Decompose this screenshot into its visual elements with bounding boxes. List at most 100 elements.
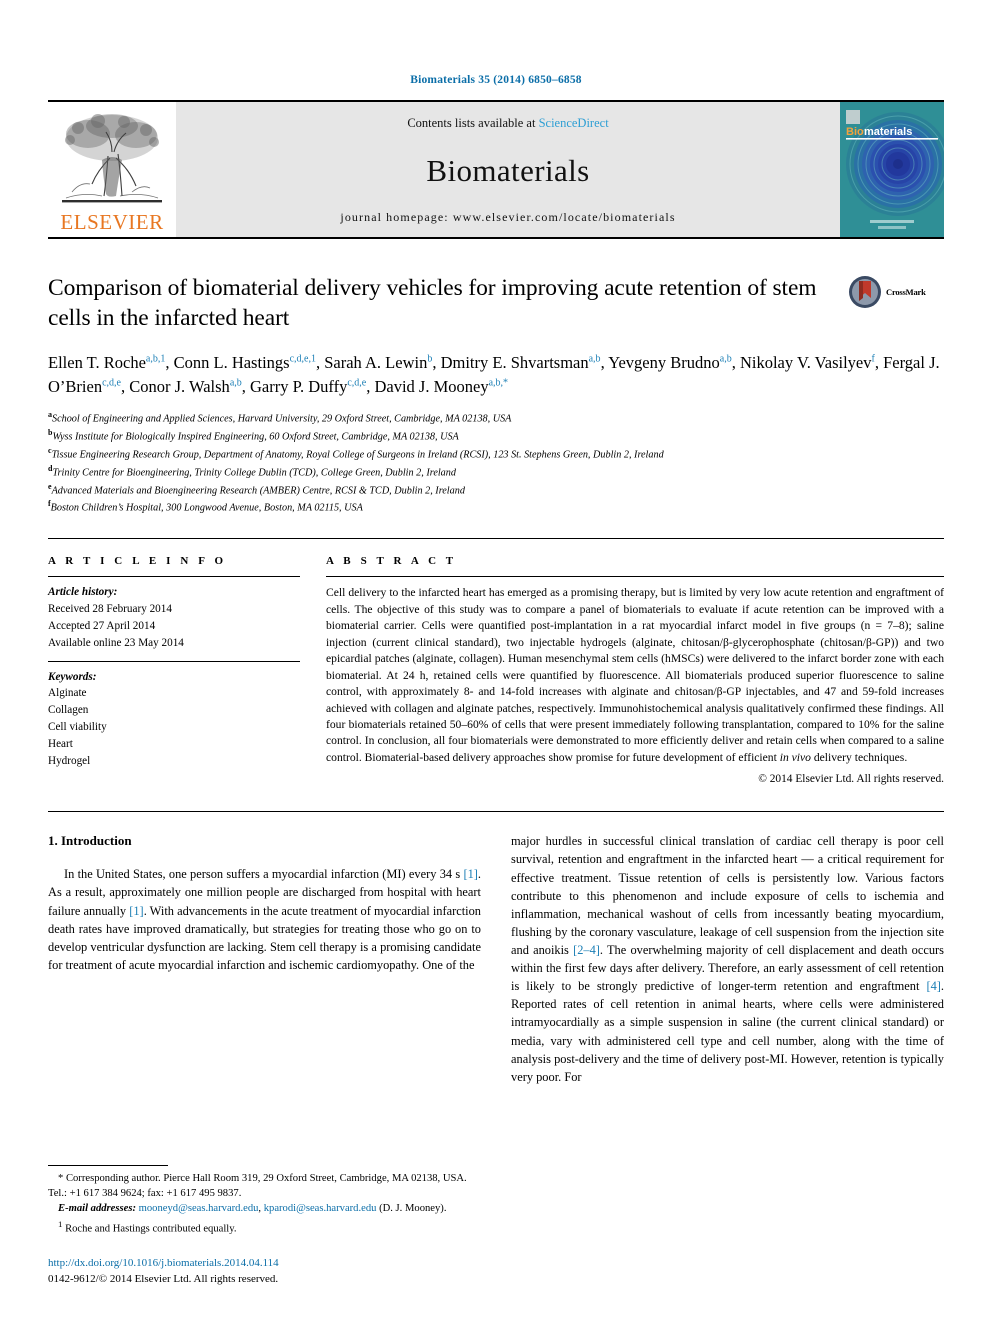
sciencedirect-link[interactable]: ScienceDirect: [539, 116, 609, 130]
citation-link[interactable]: [4]: [926, 979, 940, 993]
author-name[interactable]: Ellen T. Roche: [48, 353, 146, 372]
affiliation-text: School of Engineering and Applied Scienc…: [52, 413, 512, 425]
title-container: Comparison of biomaterial delivery vehic…: [48, 273, 848, 333]
copyright-line: © 2014 Elsevier Ltd. All rights reserved…: [758, 773, 944, 786]
author-affiliation-marker: b: [427, 353, 433, 365]
corresponding-author-note: * Corresponding author. Pierce Hall Room…: [48, 1172, 467, 1199]
citation-link[interactable]: [1]: [129, 904, 143, 918]
author-name[interactable]: Conn L. Hastings: [174, 353, 290, 372]
affiliation-item: dTrinity Centre for Bioengineering, Trin…: [48, 463, 944, 481]
history-item: Accepted 27 April 2014: [48, 619, 156, 632]
body-column-right: major hurdles in successful clinical tra…: [511, 832, 944, 1086]
footnote-divider: [48, 1164, 168, 1166]
journal-masthead: ELSEVIER Contents lists available at Sci…: [48, 100, 944, 239]
author-name[interactable]: Yevgeny Brudno: [608, 353, 720, 372]
keyword-item: Collagen: [48, 704, 89, 717]
keyword-item: Alginate: [48, 687, 87, 700]
author-name[interactable]: Sarah A. Lewin: [324, 353, 427, 372]
author-affiliation-marker: a,b: [719, 353, 732, 365]
affiliation-text: Wyss Institute for Biologically Inspired…: [52, 431, 459, 443]
journal-article-page: Biomaterials 35 (2014) 6850–6858 ELSEVIE…: [0, 0, 992, 1323]
intro-paragraph-left: In the United States, one person suffers…: [48, 865, 481, 974]
author-name[interactable]: Conor J. Walsh: [129, 377, 230, 396]
contents-prefix: Contents lists available at: [407, 116, 539, 130]
email-note: E-mail addresses: mooneyd@seas.harvard.e…: [48, 1201, 480, 1216]
author-affiliation-marker: a,b,*: [488, 377, 509, 389]
intro-right-a: major hurdles in successful clinical tra…: [511, 834, 944, 957]
email-link-1[interactable]: mooneyd@seas.harvard.edu: [139, 1203, 259, 1214]
footnote-block: * Corresponding author. Pierce Hall Room…: [48, 1164, 480, 1287]
intro-paragraph-right: major hurdles in successful clinical tra…: [511, 832, 944, 1086]
elsevier-tree-icon: [58, 108, 166, 212]
equal-contribution-note: 1 Roche and Hastings contributed equally…: [48, 1216, 480, 1237]
author-affiliation-marker: c,d,e: [102, 377, 121, 389]
author-affiliation-marker: c,d,e: [347, 377, 367, 389]
author-list: Ellen T. Rochea,b,1, Conn L. Hastingsc,d…: [48, 353, 940, 397]
author-affiliation-marker: f: [871, 353, 875, 365]
article-info-column: A R T I C L E I N F O Article history: R…: [48, 555, 300, 785]
keywords-label: Keywords:: [48, 670, 97, 683]
affiliation-text: Advanced Materials and Bioengineering Re…: [51, 484, 465, 496]
keyword-item: Cell viability: [48, 720, 107, 733]
journal-banner: Contents lists available at ScienceDirec…: [176, 102, 840, 237]
abstract-main: Cell delivery to the infarcted heart has…: [326, 586, 944, 764]
citation-link[interactable]: [2–4]: [573, 943, 600, 957]
author-affiliation-marker: c,d,e,1: [289, 353, 316, 365]
article-history-block: Article history: Received 28 February 20…: [48, 577, 300, 660]
affiliation-item: fBoston Children’s Hospital, 300 Longwoo…: [48, 498, 944, 516]
email-link-2[interactable]: kparodi@seas.harvard.edu: [264, 1203, 377, 1214]
intro-right-c: . Reported rates of cell retention in an…: [511, 979, 944, 1084]
doi-link[interactable]: http://dx.doi.org/10.1016/j.biomaterials…: [48, 1256, 480, 1271]
title-block: Comparison of biomaterial delivery vehic…: [48, 273, 944, 333]
doi-block: http://dx.doi.org/10.1016/j.biomaterials…: [48, 1236, 480, 1287]
elsevier-logo: ELSEVIER: [48, 102, 176, 237]
email-label: E-mail addresses:: [58, 1202, 136, 1214]
info-abstract-section: A R T I C L E I N F O Article history: R…: [48, 538, 944, 785]
intro-text-a: In the United States, one person suffers…: [64, 867, 464, 882]
abstract-text: Cell delivery to the infarcted heart has…: [326, 577, 944, 766]
svg-text:materials: materials: [864, 126, 912, 138]
abstract-column: A B S T R A C T Cell delivery to the inf…: [326, 555, 944, 785]
affiliation-item: aSchool of Engineering and Applied Scien…: [48, 409, 944, 427]
contents-list-line: Contents lists available at ScienceDirec…: [407, 116, 608, 131]
history-item: Available online 23 May 2014: [48, 636, 184, 649]
affiliation-text: Boston Children’s Hospital, 300 Longwood…: [50, 502, 363, 514]
keyword-item: Heart: [48, 737, 73, 750]
affiliation-item: bWyss Institute for Biologically Inspire…: [48, 427, 944, 445]
crossmark-icon: [849, 276, 881, 308]
affiliation-item: cTissue Engineering Research Group, Depa…: [48, 445, 944, 463]
author-name[interactable]: Garry P. Duffy: [250, 377, 347, 396]
elsevier-wordmark: ELSEVIER: [60, 210, 164, 234]
keywords-block: Keywords: Alginate Collagen Cell viabili…: [48, 662, 300, 779]
author-name[interactable]: David J. Mooney: [374, 377, 488, 396]
svg-text:Bio: Bio: [846, 126, 864, 138]
abstract-heading: A B S T R A C T: [326, 555, 457, 568]
journal-title: Biomaterials: [426, 153, 590, 188]
author-name[interactable]: Nikolay V. Vasilyev: [740, 353, 872, 372]
article-info-heading: A R T I C L E I N F O: [48, 555, 227, 568]
journal-homepage-link[interactable]: journal homepage: www.elsevier.com/locat…: [340, 210, 675, 225]
author-name[interactable]: Dmitry E. Shvartsman: [441, 353, 589, 372]
journal-cover-thumbnail: Bio materials: [840, 102, 944, 237]
article-history-label: Article history:: [48, 586, 118, 599]
section-heading-introduction: 1. Introduction: [48, 833, 132, 849]
cover-artwork: Bio materials: [840, 102, 944, 237]
history-item: Received 28 February 2014: [48, 603, 172, 616]
issn-copyright-line: 0142-9612/© 2014 Elsevier Ltd. All right…: [48, 1272, 279, 1285]
author-affiliation-marker: a,b,1: [145, 353, 166, 365]
crossmark-label: CrossMark: [886, 287, 926, 297]
author-affiliation-marker: a,b: [588, 353, 601, 365]
affiliation-item: eAdvanced Materials and Bioengineering R…: [48, 481, 944, 499]
abstract-tail: delivery techniques.: [810, 750, 908, 764]
affiliation-text: Tissue Engineering Research Group, Depar…: [51, 449, 664, 461]
author-affiliation-marker: a,b: [229, 377, 242, 389]
body-column-left: 1. Introduction In the United States, on…: [48, 832, 481, 1086]
citation-link[interactable]: [1]: [463, 867, 477, 881]
affiliation-text: Trinity Centre for Bioengineering, Trini…: [52, 467, 456, 479]
body-columns: 1. Introduction In the United States, on…: [48, 811, 944, 1086]
running-head: Biomaterials 35 (2014) 6850–6858: [410, 74, 582, 86]
abstract-italic: in vivo: [779, 750, 811, 764]
keyword-item: Hydrogel: [48, 754, 91, 767]
crossmark-badge[interactable]: CrossMark: [848, 273, 944, 309]
equal-contribution-text: Roche and Hastings contributed equally.: [62, 1223, 237, 1235]
